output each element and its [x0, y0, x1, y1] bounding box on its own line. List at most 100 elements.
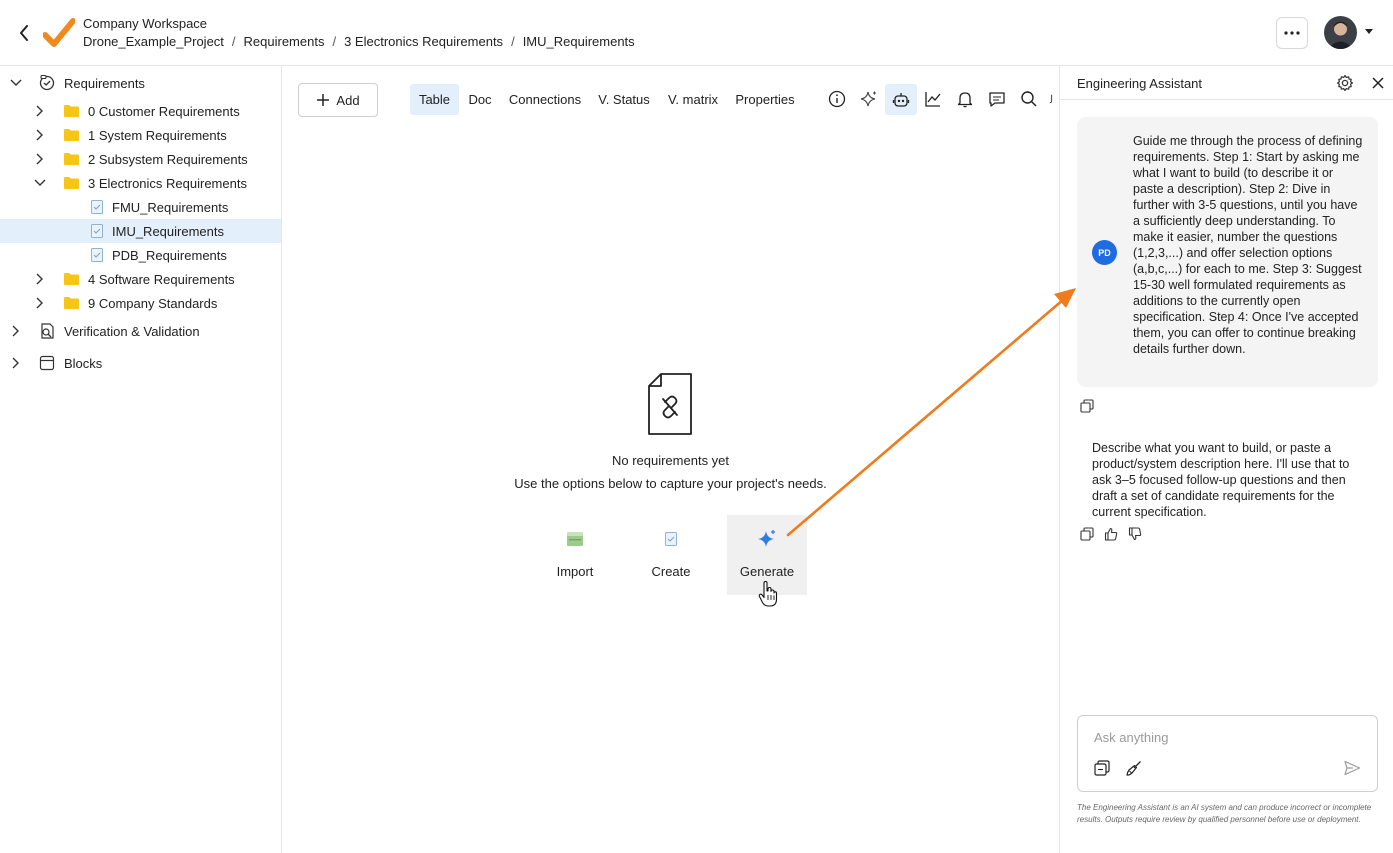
chevron-right-icon[interactable]	[33, 296, 47, 310]
tree-label: Verification & Validation	[64, 323, 200, 339]
tab-connections[interactable]: Connections	[506, 84, 584, 115]
requirements-icon	[38, 74, 56, 92]
sparkle-icon[interactable]	[858, 88, 880, 110]
app-header: Company Workspace Drone_Example_Project …	[0, 0, 1393, 66]
chevron-right-icon[interactable]	[9, 324, 23, 338]
generate-label: Generate	[739, 564, 795, 579]
tab-table[interactable]: Table	[410, 84, 459, 115]
create-icon	[661, 529, 681, 549]
folder-icon	[62, 174, 80, 192]
breadcrumb-imu[interactable]: IMU_Requirements	[523, 34, 635, 49]
sidebar: Requirements 0 Customer Requirements 1 S…	[0, 66, 282, 853]
tree-label: 2 Subsystem Requirements	[88, 151, 248, 167]
user-message-bubble: PD Guide me through the process of defin…	[1077, 117, 1378, 387]
breadcrumb-separator: /	[511, 34, 515, 49]
workspace-name[interactable]: Company Workspace	[83, 16, 207, 31]
tree-label: PDB_Requirements	[112, 247, 227, 263]
engineering-assistant-panel: Engineering Assistant PD Guide me throug…	[1059, 66, 1393, 853]
tree-label: Requirements	[64, 75, 145, 91]
chevron-right-icon[interactable]	[9, 356, 23, 370]
tab-doc[interactable]: Doc	[464, 84, 496, 115]
add-button-label: Add	[336, 92, 360, 108]
pointer-cursor-icon	[758, 581, 778, 607]
tree-label: 4 Software Requirements	[88, 271, 235, 287]
brush-icon[interactable]	[1125, 759, 1143, 777]
avatar-dropdown-caret[interactable]	[1365, 29, 1373, 34]
breadcrumb-separator: /	[332, 34, 337, 49]
chevron-left-icon	[20, 25, 28, 41]
folder-icon	[62, 126, 80, 144]
back-button[interactable]	[14, 22, 34, 44]
ai-disclaimer: The Engineering Assistant is an AI syste…	[1077, 803, 1372, 824]
create-button[interactable]: Create	[631, 515, 711, 595]
tree-item-customer-requirements[interactable]: 0 Customer Requirements	[0, 99, 281, 123]
message-actions	[1080, 527, 1142, 541]
import-icon	[565, 529, 585, 549]
create-label: Create	[651, 564, 691, 579]
breadcrumb-separator: /	[231, 34, 236, 49]
user-message-text: Guide me through the process of defining…	[1133, 134, 1363, 356]
overflow-icon[interactable]	[1048, 88, 1059, 110]
broken-link-document-icon	[648, 373, 692, 435]
send-icon[interactable]	[1343, 759, 1361, 777]
close-icon[interactable]	[1370, 75, 1386, 91]
app-logo	[43, 18, 75, 47]
assistant-title: Engineering Assistant	[1077, 76, 1203, 91]
tree-label: IMU_Requirements	[112, 223, 224, 239]
chevron-right-icon[interactable]	[33, 152, 47, 166]
empty-state-title: No requirements yet	[611, 453, 730, 468]
plus-icon	[317, 94, 330, 106]
chevron-right-icon[interactable]	[33, 104, 47, 118]
gear-icon[interactable]	[1336, 74, 1354, 92]
chevron-right-icon[interactable]	[33, 272, 47, 286]
blocks-icon	[38, 354, 56, 372]
tree-label: 0 Customer Requirements	[88, 103, 240, 119]
tree-item-imu-requirements[interactable]: IMU_Requirements	[0, 219, 281, 243]
breadcrumb-requirements[interactable]: Requirements	[244, 34, 325, 49]
chat-input-box	[1077, 715, 1378, 792]
tree-item-software-requirements[interactable]: 4 Software Requirements	[0, 267, 281, 291]
tree-label: 9 Company Standards	[88, 295, 218, 311]
tree-root-verification-validation[interactable]: Verification & Validation	[0, 319, 281, 343]
thumbs-down-icon[interactable]	[1128, 527, 1142, 541]
document-icon	[88, 222, 106, 240]
comment-icon[interactable]	[986, 88, 1008, 110]
user-initials-badge: PD	[1092, 240, 1117, 265]
chevron-right-icon[interactable]	[33, 128, 47, 142]
import-button[interactable]: Import	[535, 515, 615, 595]
tree-root-blocks[interactable]: Blocks	[0, 351, 281, 375]
tree-item-fmu-requirements[interactable]: FMU_Requirements	[0, 195, 281, 219]
copy-icon[interactable]	[1080, 399, 1094, 413]
breadcrumb-project[interactable]: Drone_Example_Project	[83, 34, 224, 49]
tree-item-pdb-requirements[interactable]: PDB_Requirements	[0, 243, 281, 267]
breadcrumb-electronics[interactable]: 3 Electronics Requirements	[344, 34, 503, 49]
import-label: Import	[556, 564, 594, 579]
empty-state-subtitle: Use the options below to capture your pr…	[514, 476, 827, 491]
chevron-down-icon[interactable]	[9, 76, 23, 90]
assistant-header: Engineering Assistant	[1060, 66, 1393, 100]
user-avatar[interactable]	[1324, 16, 1357, 49]
attach-context-icon[interactable]	[1093, 759, 1111, 777]
chat-input[interactable]	[1094, 728, 1354, 746]
info-icon[interactable]	[826, 88, 848, 110]
thumbs-up-icon[interactable]	[1104, 527, 1118, 541]
chart-icon[interactable]	[922, 88, 944, 110]
sparkle-icon	[757, 529, 777, 549]
more-options-button[interactable]	[1276, 17, 1308, 49]
search-icon[interactable]	[1018, 88, 1040, 110]
add-button[interactable]: Add	[298, 83, 378, 117]
tab-properties[interactable]: Properties	[733, 84, 797, 115]
chevron-down-icon[interactable]	[33, 176, 47, 190]
bell-icon[interactable]	[954, 88, 976, 110]
tree-item-company-standards[interactable]: 9 Company Standards	[0, 291, 281, 315]
robot-icon[interactable]	[885, 84, 917, 115]
tab-v-status[interactable]: V. Status	[596, 84, 652, 115]
tree-root-requirements[interactable]: Requirements	[0, 71, 281, 95]
tree-item-system-requirements[interactable]: 1 System Requirements	[0, 123, 281, 147]
tab-v-matrix[interactable]: V. matrix	[665, 84, 721, 115]
copy-icon[interactable]	[1080, 527, 1094, 541]
folder-icon	[62, 294, 80, 312]
tree-label: Blocks	[64, 355, 103, 371]
tree-item-electronics-requirements[interactable]: 3 Electronics Requirements	[0, 171, 281, 195]
tree-item-subsystem-requirements[interactable]: 2 Subsystem Requirements	[0, 147, 281, 171]
